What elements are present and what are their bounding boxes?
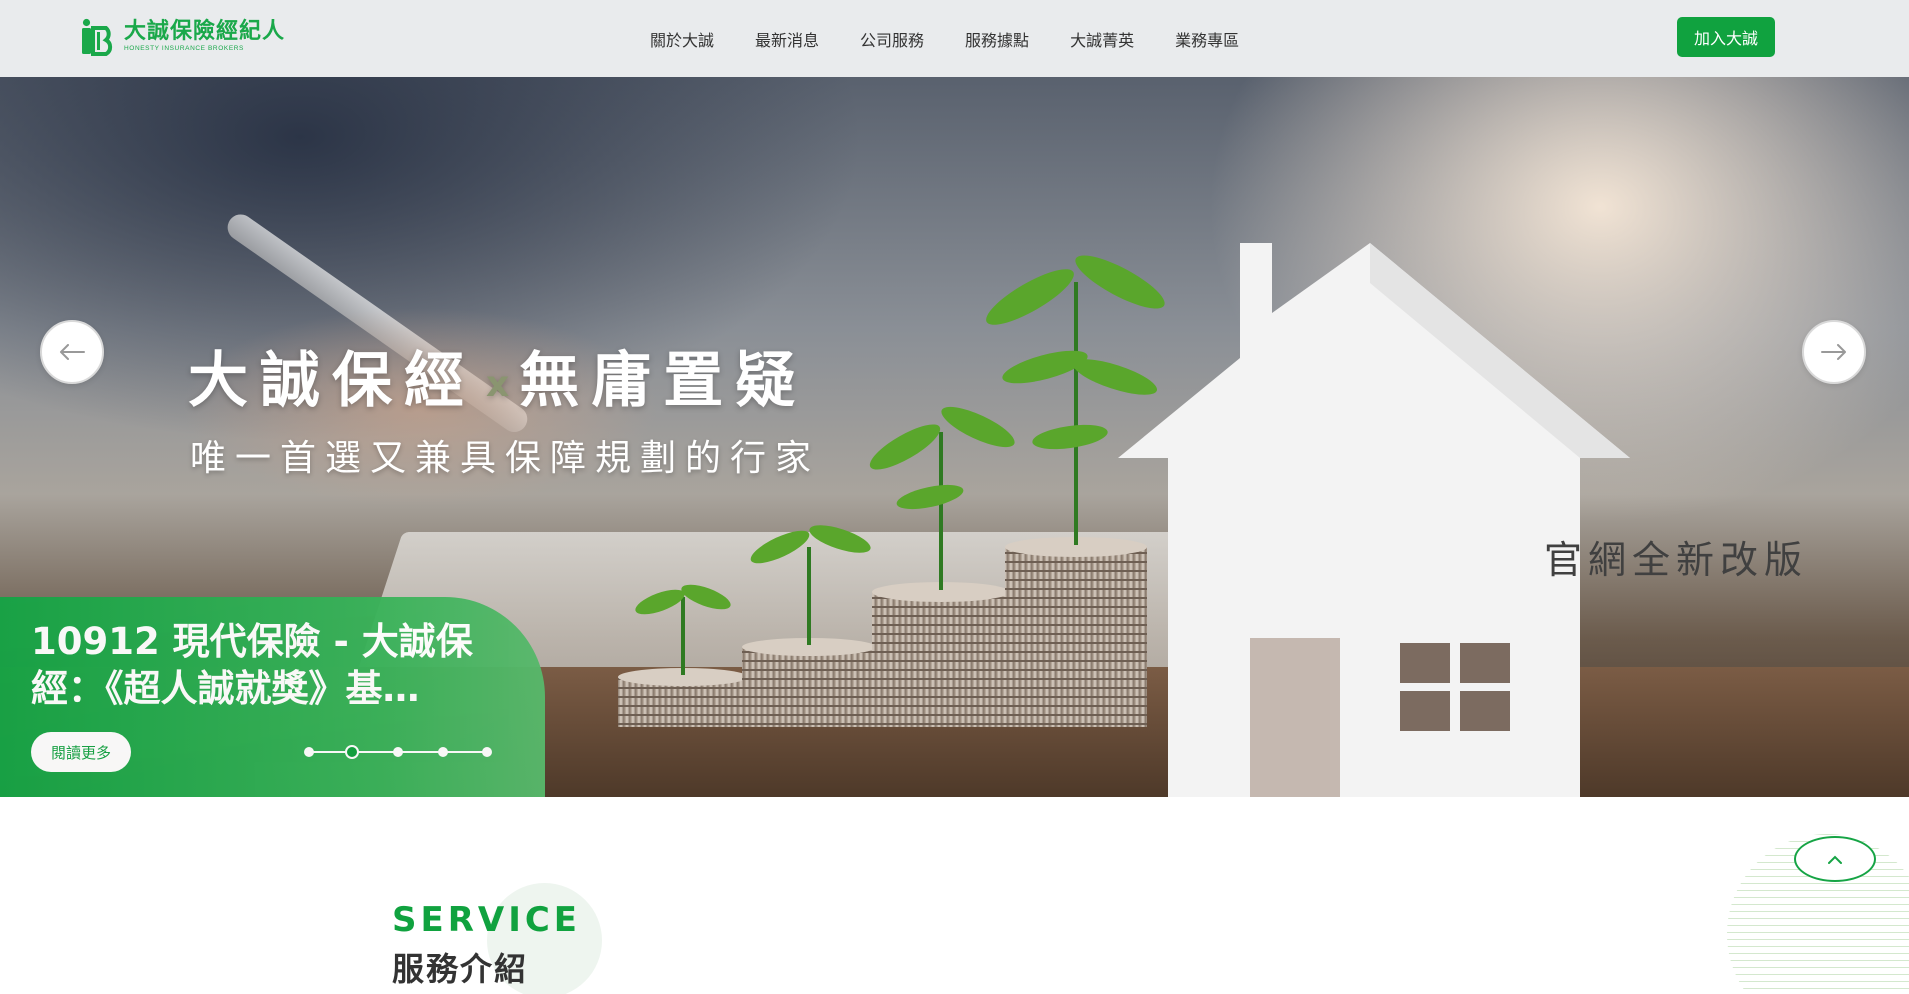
logo-mark-icon	[82, 18, 113, 56]
main-nav: 關於大誠 最新消息 公司服務 服務據點 大誠菁英 業務專區	[650, 0, 1280, 77]
nav-item-business[interactable]: 業務專區	[1175, 27, 1239, 51]
logo[interactable]: 大誠保險經紀人 HONESTY INSURANCE BROKERS	[80, 16, 285, 58]
service-title-cn: 服務介紹	[392, 950, 529, 988]
read-more-button[interactable]: 閱讀更多	[31, 732, 131, 772]
headline-x: x	[486, 363, 510, 405]
news-title[interactable]: 10912 現代保險 - 大誠保經：《超人誠就獎》基…	[31, 618, 511, 712]
nav-item-services[interactable]: 公司服務	[860, 27, 924, 51]
arrow-left-icon	[60, 344, 85, 360]
headline-right: 無庸置疑	[519, 346, 808, 416]
hero-headline: 大誠保經 x 無庸置疑	[188, 332, 908, 419]
slider-pagination	[304, 745, 492, 759]
nav-item-news[interactable]: 最新消息	[755, 27, 819, 51]
pagination-dot-2[interactable]	[345, 745, 359, 759]
chevron-up-icon	[1828, 855, 1842, 864]
logo-text: 大誠保險經紀人 HONESTY INSURANCE BROKERS	[124, 21, 285, 53]
pagination-dot-3[interactable]	[393, 747, 403, 757]
nav-item-locations[interactable]: 服務據點	[965, 27, 1029, 51]
nav-item-elite[interactable]: 大誠菁英	[1070, 27, 1134, 51]
pagination-dot-4[interactable]	[438, 747, 448, 757]
news-card: 10912 現代保險 - 大誠保經：《超人誠就獎》基… 閱讀更多	[0, 597, 545, 797]
site-header: 大誠保險經紀人 HONESTY INSURANCE BROKERS 關於大誠 最…	[0, 0, 1909, 77]
slider-next-button[interactable]	[1802, 320, 1866, 384]
paper-house-image	[1118, 243, 1630, 797]
arrow-right-icon	[1821, 344, 1846, 360]
back-to-top-button[interactable]	[1794, 836, 1876, 882]
page: 大誠保險經紀人 HONESTY INSURANCE BROKERS 關於大誠 最…	[0, 0, 1909, 994]
nav-item-about[interactable]: 關於大誠	[650, 27, 714, 51]
hero-slider: 大誠保經 x 無庸置疑 唯一首選又兼具保障規劃的行家 官網全新改版 10912 現代…	[0, 77, 1909, 797]
service-title-en: SERVICE	[392, 900, 582, 940]
hero-subline: 唯一首選又兼具保障規劃的行家	[190, 438, 821, 479]
slider-prev-button[interactable]	[40, 320, 104, 384]
hero-renewal-text: 官網全新改版	[1544, 538, 1809, 582]
logo-name-cn: 大誠保險經紀人	[124, 19, 286, 45]
headline-left: 大誠保經	[188, 346, 476, 416]
logo-name-en: HONESTY INSURANCE BROKERS	[124, 45, 244, 53]
pagination-dot-1[interactable]	[304, 747, 314, 757]
pagination-dot-5[interactable]	[482, 747, 492, 757]
join-button[interactable]: 加入大誠	[1677, 17, 1775, 57]
